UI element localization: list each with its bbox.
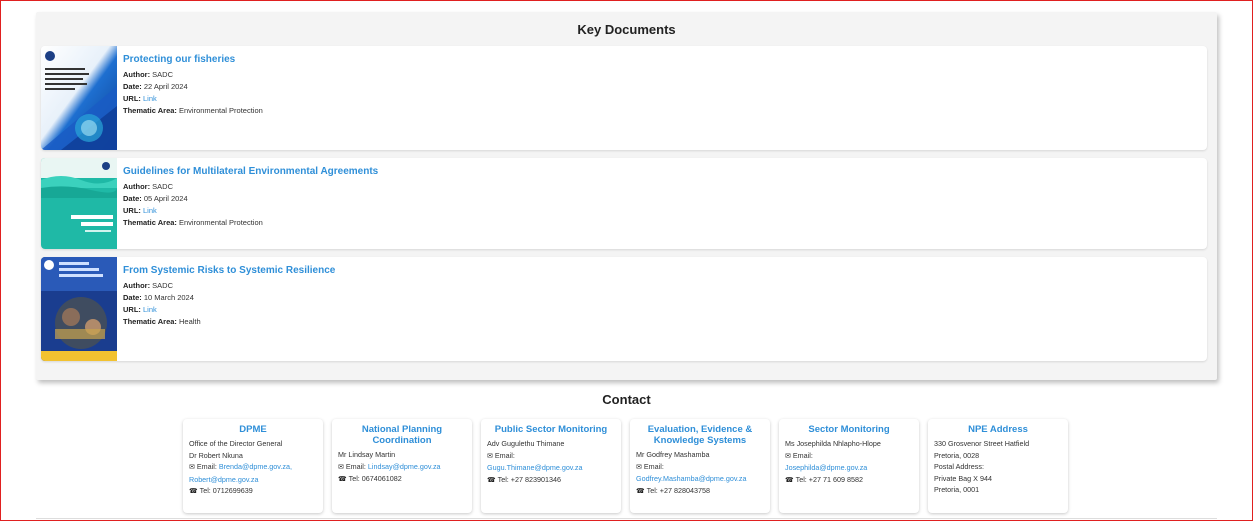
document-url: URL: Link xyxy=(123,305,157,314)
document-title-link[interactable]: From Systemic Risks to Systemic Resilien… xyxy=(123,265,335,276)
contact-card-heading: Sector Monitoring xyxy=(808,424,890,435)
document-card: Guidelines for Multilateral Environmenta… xyxy=(41,158,1207,249)
envelope-icon: ✉ xyxy=(785,452,791,460)
phone-icon: ☎ xyxy=(785,476,794,484)
contact-card-npc: National Planning Coordination Mr Lindsa… xyxy=(332,419,472,513)
document-cover-image[interactable] xyxy=(41,257,117,361)
document-author: Author: SADC xyxy=(123,281,174,290)
document-date: Date: 05 April 2024 xyxy=(123,194,188,203)
email-link[interactable]: Robert@dpme.gov.za xyxy=(189,475,259,484)
envelope-icon: ✉ xyxy=(338,463,344,471)
email-link[interactable]: Josephilda@dpme.gov.za xyxy=(785,463,867,472)
email-link[interactable]: Lindsay@dpme.gov.za xyxy=(368,462,441,471)
document-url: URL: Link xyxy=(123,206,157,215)
contact-card-psm: Public Sector Monitoring Adv Gugulethu T… xyxy=(481,419,621,513)
phone-icon: ☎ xyxy=(636,487,645,495)
document-title-link[interactable]: Protecting our fisheries xyxy=(123,54,263,65)
document-link[interactable]: Link xyxy=(143,94,157,103)
contact-card-heading: NPE Address xyxy=(968,424,1028,435)
divider xyxy=(36,518,1217,519)
document-link[interactable]: Link xyxy=(143,206,157,215)
document-thematic-area: Thematic Area: Environmental Protection xyxy=(123,218,263,227)
document-thematic-area: Thematic Area: Health xyxy=(123,317,201,326)
phone-icon: ☎ xyxy=(189,488,198,495)
key-documents-panel: Key Documents Protecting our fisheries A… xyxy=(36,12,1217,380)
document-date: Date: 10 March 2024 xyxy=(123,293,194,302)
contact-card-heading: Public Sector Monitoring xyxy=(494,424,608,435)
envelope-icon: ✉ xyxy=(636,463,642,471)
contact-card-dpme: DPME Office of the Director General Dr R… xyxy=(183,419,323,513)
document-thematic-area: Thematic Area: Environmental Protection xyxy=(123,106,263,115)
envelope-icon: ✉ xyxy=(487,452,493,460)
envelope-icon: ✉ xyxy=(189,464,195,471)
contact-card-heading: DPME xyxy=(239,424,267,435)
document-date: Date: 22 April 2024 xyxy=(123,82,188,91)
document-cover-image[interactable] xyxy=(41,158,117,249)
contact-card-npe-address: NPE Address 330 Grosvenor Street Hatfiel… xyxy=(928,419,1068,513)
phone-icon: ☎ xyxy=(487,476,496,484)
contact-card-heading: Evaluation, Evidence & Knowledge Systems xyxy=(647,424,753,446)
document-card: From Systemic Risks to Systemic Resilien… xyxy=(41,257,1207,361)
document-title-link[interactable]: Guidelines for Multilateral Environmenta… xyxy=(123,166,378,177)
email-link[interactable]: Gugu.Thimane@dpme.gov.za xyxy=(487,463,582,472)
contact-card-sector-monitoring: Sector Monitoring Ms Josephilda Nhlapho-… xyxy=(779,419,919,513)
email-link[interactable]: Godfrey.Mashamba@dpme.gov.za xyxy=(636,474,747,483)
key-documents-title: Key Documents xyxy=(577,22,676,37)
document-cover-image[interactable] xyxy=(41,46,117,150)
document-author: Author: SADC xyxy=(123,182,174,191)
contact-card-heading: National Planning Coordination xyxy=(361,424,443,446)
document-url: URL: Link xyxy=(123,94,157,103)
document-author: Author: SADC xyxy=(123,70,174,79)
email-link[interactable]: Brenda@dpme.gov.za, xyxy=(219,462,292,471)
contact-card-eeks: Evaluation, Evidence & Knowledge Systems… xyxy=(630,419,770,513)
phone-icon: ☎ xyxy=(338,476,347,483)
document-link[interactable]: Link xyxy=(143,305,157,314)
contact-title: Contact xyxy=(602,392,651,407)
document-card: Protecting our fisheries Author: SADC Da… xyxy=(41,46,1207,150)
